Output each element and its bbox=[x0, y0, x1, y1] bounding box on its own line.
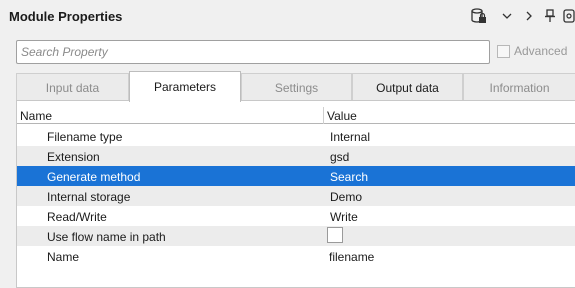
property-value[interactable]: Internal bbox=[330, 130, 370, 144]
property-value[interactable]: gsd bbox=[330, 150, 349, 164]
tab-bar: Input data Parameters Settings Output da… bbox=[16, 71, 575, 102]
use-flow-name-checkbox[interactable] bbox=[327, 227, 343, 243]
property-row-name[interactable]: Name filename bbox=[17, 246, 575, 266]
column-header-value[interactable]: Value bbox=[327, 109, 357, 123]
tab-parameters[interactable]: Parameters bbox=[129, 71, 241, 102]
property-row-extension[interactable]: Extension gsd bbox=[17, 146, 575, 166]
pin-icon[interactable] bbox=[543, 8, 557, 24]
tab-settings[interactable]: Settings bbox=[241, 73, 352, 101]
panel-header: Module Properties bbox=[0, 0, 575, 34]
property-name: Name bbox=[47, 250, 80, 264]
property-name: Extension bbox=[47, 150, 100, 164]
tab-output-data[interactable]: Output data bbox=[352, 73, 463, 101]
tab-input-data[interactable]: Input data bbox=[16, 73, 129, 101]
property-name: Internal storage bbox=[47, 190, 131, 204]
chevron-down-icon[interactable] bbox=[500, 8, 514, 24]
property-grid: Name Value Filename type Internal Extens… bbox=[16, 100, 575, 288]
property-row-use-flow-name[interactable]: Use flow name in path bbox=[17, 226, 575, 246]
property-row-filename-type[interactable]: Filename type Internal bbox=[17, 126, 575, 146]
settings-icon[interactable] bbox=[563, 8, 575, 24]
advanced-checkbox[interactable] bbox=[497, 44, 510, 58]
property-row-read-write[interactable]: Read/Write Write bbox=[17, 206, 575, 226]
search-field[interactable] bbox=[16, 40, 490, 64]
property-row-internal-storage[interactable]: Internal storage Demo bbox=[17, 186, 575, 206]
property-name: Filename type bbox=[47, 130, 123, 144]
property-value[interactable]: Demo bbox=[330, 190, 362, 204]
property-name: Use flow name in path bbox=[47, 230, 166, 244]
tab-information[interactable]: Information bbox=[463, 73, 575, 101]
property-value[interactable]: Write bbox=[330, 210, 358, 224]
advanced-toggle[interactable]: Advanced bbox=[497, 44, 567, 58]
grid-header: Name Value bbox=[17, 107, 575, 124]
database-lock-icon[interactable] bbox=[470, 8, 488, 24]
property-value[interactable]: filename bbox=[329, 250, 374, 264]
search-input[interactable] bbox=[21, 45, 485, 59]
property-name: Generate method bbox=[47, 170, 141, 184]
column-divider[interactable] bbox=[323, 107, 324, 124]
column-header-name[interactable]: Name bbox=[20, 109, 52, 123]
property-value[interactable]: Search bbox=[330, 170, 368, 184]
property-row-generate-method[interactable]: Generate method Search bbox=[17, 166, 575, 186]
panel-title: Module Properties bbox=[9, 9, 123, 24]
advanced-label: Advanced bbox=[514, 44, 568, 58]
property-name: Read/Write bbox=[47, 210, 107, 224]
chevron-right-icon[interactable] bbox=[522, 8, 536, 24]
